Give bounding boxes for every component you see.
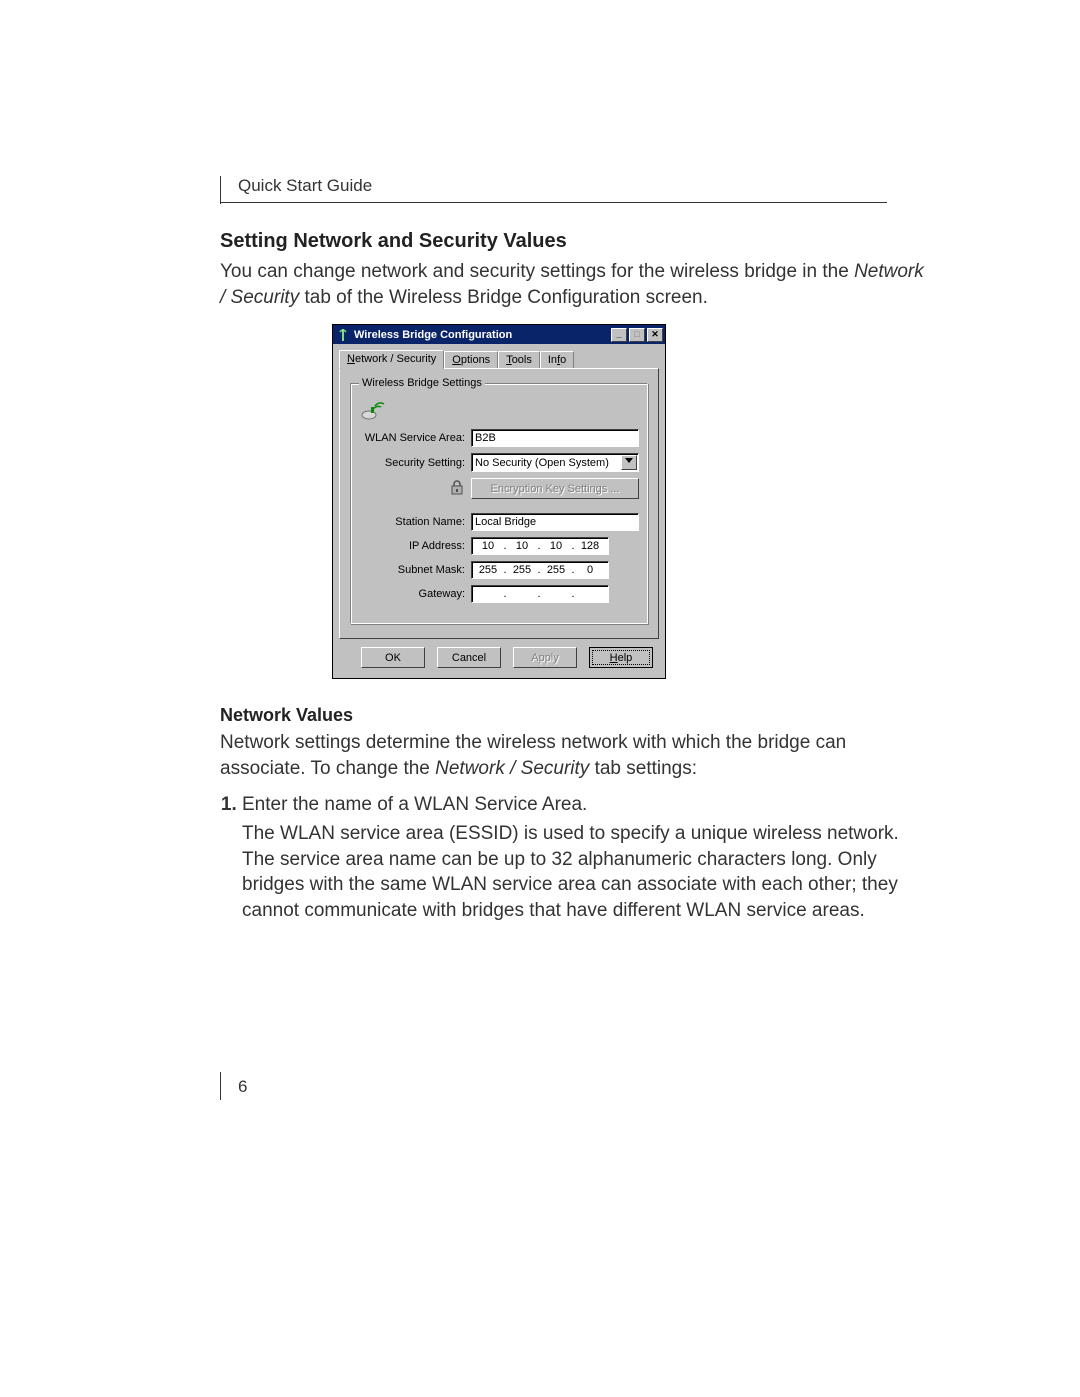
text-italic: Network / Security	[435, 758, 589, 779]
subnet-mask-input[interactable]: 255. 255. 255. 0	[471, 561, 609, 579]
ok-button[interactable]: OK	[361, 647, 425, 668]
step-1: Enter the name of a WLAN Service Area. T…	[242, 792, 930, 924]
lock-icon	[359, 479, 471, 498]
label-gateway: Gateway:	[359, 588, 471, 600]
label-security: Security Setting:	[359, 457, 471, 469]
row-encryption: Encryption Key Settings ...	[359, 478, 639, 499]
tab-panel-network: Wireless Bridge Settings WL	[339, 368, 659, 639]
subsection-heading: Network Values	[220, 705, 930, 726]
label-subnet: Subnet Mask:	[359, 564, 471, 576]
gateway-input[interactable]: . . .	[471, 585, 609, 603]
intro-text: You can change network and security sett…	[220, 261, 854, 282]
chevron-down-icon[interactable]	[621, 455, 637, 470]
wireless-bridge-settings-group: Wireless Bridge Settings WL	[350, 377, 648, 624]
dialog-body: Network / Security Options Tools Info Wi…	[333, 344, 665, 678]
section-heading: Setting Network and Security Values	[220, 230, 930, 253]
close-button[interactable]: ✕	[647, 328, 663, 342]
footer-rule-vertical	[220, 1072, 221, 1100]
group-legend: Wireless Bridge Settings	[359, 377, 485, 389]
tab-strip: Network / Security Options Tools Info	[339, 348, 659, 368]
row-station: Station Name:	[359, 513, 639, 531]
tab-options[interactable]: Options	[444, 351, 498, 368]
ip-oct[interactable]: 128	[576, 540, 604, 552]
step-lead: Enter the name of a WLAN Service Area.	[242, 794, 587, 815]
ip-oct[interactable]: 0	[576, 564, 604, 576]
row-subnet: Subnet Mask: 255. 255. 255. 0	[359, 561, 639, 579]
intro-paragraph: You can change network and security sett…	[220, 259, 930, 310]
ip-oct[interactable]: 10	[542, 540, 570, 552]
label-station: Station Name:	[359, 516, 471, 528]
ip-oct[interactable]: 10	[508, 540, 536, 552]
row-security: Security Setting: No Security (Open Syst…	[359, 453, 639, 472]
ip-oct[interactable]: 10	[474, 540, 502, 552]
cancel-button[interactable]: Cancel	[437, 647, 501, 668]
tab-network-security[interactable]: Network / Security	[339, 350, 444, 369]
ip-oct[interactable]: 255	[474, 564, 502, 576]
titlebar[interactable]: Wireless Bridge Configuration _ □ ✕	[333, 325, 665, 344]
titlebar-text: Wireless Bridge Configuration	[354, 329, 611, 341]
security-setting-dropdown[interactable]: No Security (Open System)	[471, 453, 639, 472]
apply-button[interactable]: Apply	[513, 647, 577, 668]
ip-address-input[interactable]: 10. 10. 10. 128	[471, 537, 609, 555]
subsection-intro: Network settings determine the wireless …	[220, 730, 930, 781]
label-ip: IP Address:	[359, 540, 471, 552]
step-detail: The WLAN service area (ESSID) is used to…	[242, 821, 930, 924]
tab-info[interactable]: Info	[540, 351, 574, 368]
dialog-figure: Wireless Bridge Configuration _ □ ✕ Netw…	[332, 324, 664, 679]
ip-oct[interactable]: 255	[508, 564, 536, 576]
minimize-button[interactable]: _	[611, 328, 627, 342]
content-area: Setting Network and Security Values You …	[220, 230, 930, 930]
ip-dot: .	[536, 588, 542, 600]
running-header: Quick Start Guide	[238, 176, 372, 196]
help-button[interactable]: Help	[589, 647, 653, 668]
wireless-bridge-dialog: Wireless Bridge Configuration _ □ ✕ Netw…	[332, 324, 666, 679]
wireless-icon	[361, 397, 387, 421]
page-number: 6	[238, 1077, 247, 1097]
dialog-button-row: OK Cancel Apply Help	[339, 639, 659, 670]
wlan-service-area-input[interactable]	[471, 429, 639, 447]
header-rule-horizontal	[220, 202, 887, 203]
tab-tools[interactable]: Tools	[498, 351, 540, 368]
ip-oct[interactable]: 255	[542, 564, 570, 576]
header-rule-vertical	[220, 176, 221, 204]
text: tab settings:	[589, 758, 697, 779]
ip-dot: .	[502, 588, 508, 600]
row-ip: IP Address: 10. 10. 10. 128	[359, 537, 639, 555]
steps-list: Enter the name of a WLAN Service Area. T…	[220, 792, 930, 924]
ip-dot: .	[570, 588, 576, 600]
intro-text-2: tab of the Wireless Bridge Configuration…	[299, 287, 708, 308]
document-page: Quick Start Guide Setting Network and Se…	[0, 0, 1080, 1397]
security-value: No Security (Open System)	[475, 457, 609, 469]
app-icon	[336, 328, 350, 342]
label-wlan: WLAN Service Area:	[359, 432, 471, 444]
station-name-input[interactable]	[471, 513, 639, 531]
row-gateway: Gateway: . . .	[359, 585, 639, 603]
maximize-button[interactable]: □	[629, 328, 645, 342]
row-wlan: WLAN Service Area:	[359, 429, 639, 447]
encryption-key-settings-button[interactable]: Encryption Key Settings ...	[471, 478, 639, 499]
